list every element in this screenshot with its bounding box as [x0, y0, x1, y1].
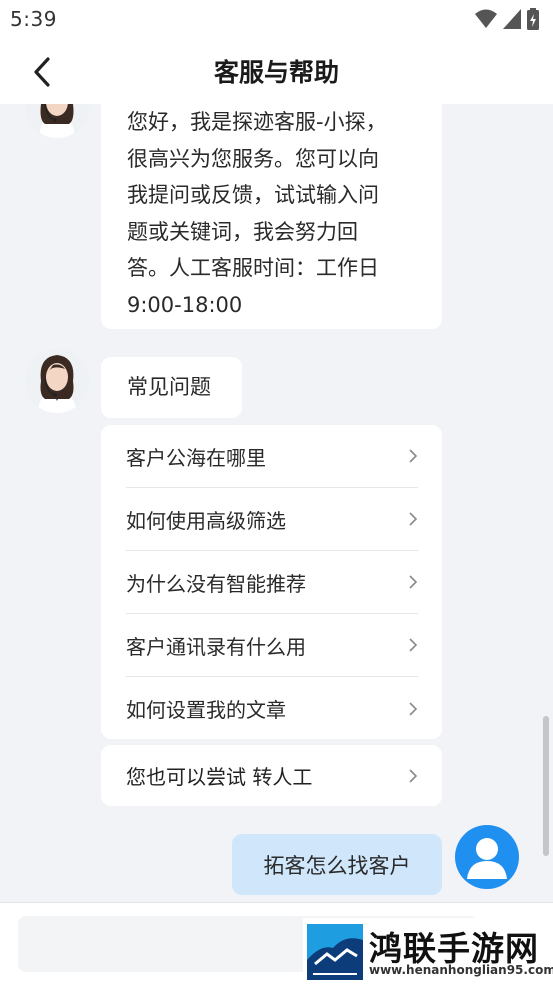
app-bar: 客服与帮助: [0, 38, 553, 104]
transfer-to-human-button[interactable]: 您也可以尝试 转人工: [126, 745, 418, 806]
faq-item-label: 客户通讯录有什么用: [126, 634, 306, 659]
signal-icon: [503, 9, 521, 29]
chevron-right-icon: [409, 575, 418, 589]
faq-list: 客户公海在哪里 如何使用高级筛选 为什么没有智能推荐 客户通讯录有什么用 如何设…: [101, 425, 442, 739]
chevron-right-icon: [409, 512, 418, 526]
greeting-line: 9:00-18:00: [127, 292, 243, 317]
transfer-card: 您也可以尝试 转人工: [101, 745, 442, 806]
chat-scrollbar[interactable]: [543, 716, 549, 856]
status-bar: 5:39: [0, 0, 553, 38]
faq-item[interactable]: 如何使用高级筛选: [126, 488, 418, 551]
battery-icon: [527, 8, 539, 30]
agent-avatar: [25, 349, 89, 413]
chevron-right-icon: [409, 701, 418, 716]
greeting-bubble: 您好，我是探迹客服-小探， 很高兴为您服务。您可以向 我提问或反馈，试试输入问 …: [101, 104, 442, 329]
greeting-line: 您好，我是探迹客服-小探，: [127, 110, 387, 134]
faq-item[interactable]: 如何设置我的文章: [126, 677, 418, 740]
greeting-line: 题或关键词，我会努力回: [127, 219, 358, 244]
watermark-url: www.henanhonglian95.com: [369, 963, 553, 977]
faq-item[interactable]: 客户通讯录有什么用: [126, 614, 418, 677]
greeting-line: 答。人工客服时间：工作日: [127, 256, 379, 280]
greeting-line: 很高兴为您服务。您可以向: [127, 146, 379, 171]
faq-item[interactable]: 客户公海在哪里: [126, 425, 418, 488]
faq-item-label: 客户公海在哪里: [126, 445, 266, 470]
status-icons: [475, 8, 539, 30]
wifi-icon: [475, 9, 497, 28]
faq-title-bubble: 常见问题: [101, 357, 242, 418]
chat-area[interactable]: 您好，我是探迹客服-小探， 很高兴为您服务。您可以向 我提问或反馈，试试输入问 …: [0, 104, 553, 902]
greeting-line: 我提问或反馈，试试输入问: [127, 183, 379, 207]
user-message-text: 拓客怎么找客户: [263, 853, 411, 878]
chevron-right-icon: [409, 638, 418, 652]
user-message-bubble: 拓客怎么找客户: [232, 834, 442, 895]
user-avatar: [455, 825, 519, 889]
watermark: 鸿联手游网 www.henanhonglian95.com: [303, 918, 553, 984]
page-title: 客服与帮助: [213, 58, 339, 87]
faq-item-label: 为什么没有智能推荐: [126, 571, 306, 596]
faq-item-label: 如何使用高级筛选: [126, 508, 286, 533]
faq-item-label: 如何设置我的文章: [126, 698, 286, 722]
transfer-label: 您也可以尝试 转人工: [126, 765, 313, 789]
chevron-right-icon: [409, 768, 418, 783]
watermark-logo-icon: [307, 924, 363, 980]
status-time: 5:39: [10, 7, 57, 31]
faq-item[interactable]: 为什么没有智能推荐: [126, 551, 418, 614]
agent-avatar: [25, 104, 89, 138]
user-icon: [467, 838, 507, 879]
chevron-right-icon: [409, 449, 418, 463]
